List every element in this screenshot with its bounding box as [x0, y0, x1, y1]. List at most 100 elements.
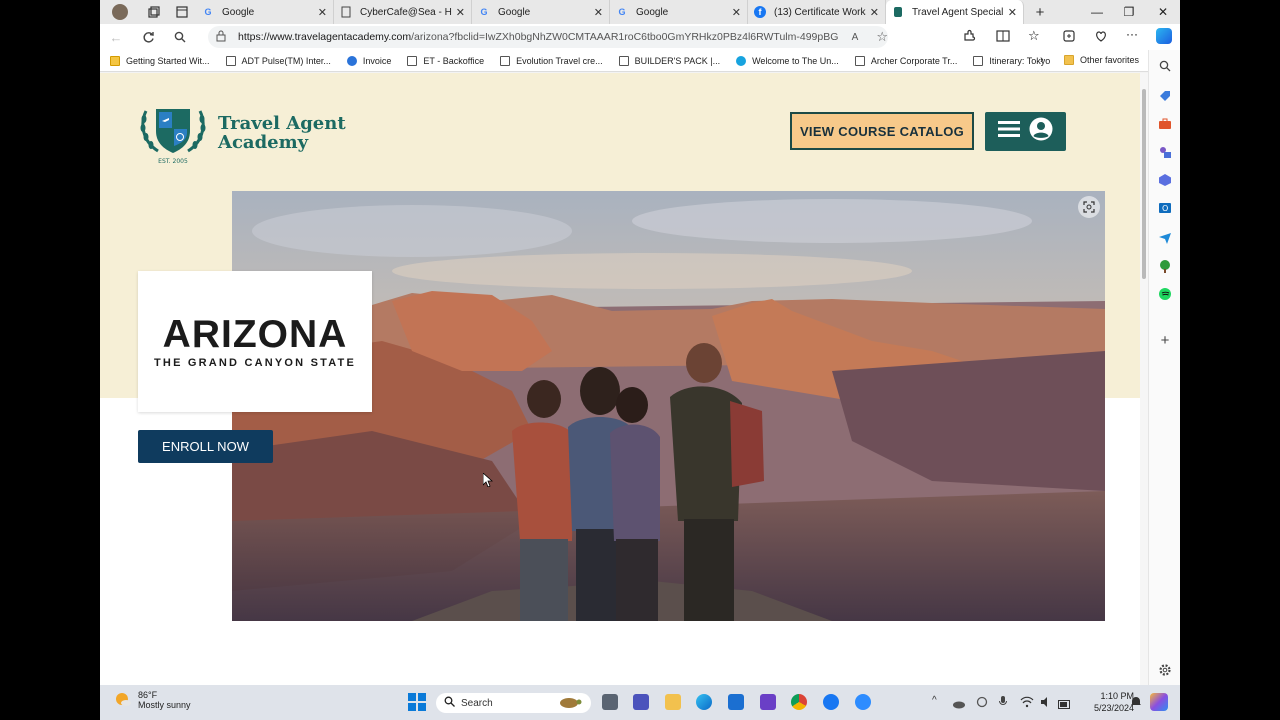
tree-icon[interactable]	[1157, 258, 1173, 274]
file-explorer-icon[interactable]	[665, 694, 681, 710]
microsoft-store-icon[interactable]	[728, 694, 744, 710]
spotify-icon[interactable]	[1157, 286, 1173, 302]
page-icon	[500, 55, 511, 66]
sync-icon[interactable]	[976, 695, 988, 713]
microsoft365-icon[interactable]	[1157, 172, 1173, 188]
close-icon[interactable]: ✕	[456, 6, 465, 19]
close-icon[interactable]: ✕	[732, 6, 741, 19]
task-view-icon[interactable]	[602, 694, 618, 710]
tab-google-3[interactable]: G Google ✕	[610, 0, 748, 24]
favorite-star-icon[interactable]: ☆	[876, 29, 888, 45]
volume-icon[interactable]	[1040, 695, 1053, 713]
search-icon[interactable]	[164, 24, 196, 50]
microphone-icon[interactable]	[998, 695, 1008, 713]
add-sidebar-app-icon[interactable]: +	[1157, 332, 1173, 349]
bookmark-item[interactable]: ADT Pulse(TM) Inter...	[225, 55, 331, 66]
tab-cybercafe[interactable]: CyberCafe@Sea - Home ✕	[334, 0, 472, 24]
tab-label: Google	[222, 6, 255, 18]
close-icon[interactable]: ✕	[1008, 6, 1017, 19]
wifi-icon[interactable]	[1020, 695, 1034, 713]
tab-google-2[interactable]: G Google ✕	[472, 0, 610, 24]
edge-sidebar: O +	[1148, 50, 1180, 685]
chevron-up-icon[interactable]: ^	[932, 695, 937, 706]
turtle-search-highlight-icon	[555, 695, 583, 712]
page-icon	[225, 55, 236, 66]
tab-google-1[interactable]: G Google ✕	[196, 0, 334, 24]
crest-icon: EST. 2005	[136, 101, 210, 165]
games-icon[interactable]	[1157, 144, 1173, 160]
refresh-icon[interactable]	[132, 24, 164, 50]
tab-travel-agent[interactable]: Travel Agent Specialist C ✕	[886, 0, 1024, 24]
system-clock[interactable]: 1:10 PM 5/23/2024	[1078, 690, 1134, 714]
close-icon[interactable]: ✕	[870, 6, 879, 19]
send-icon[interactable]	[1157, 230, 1173, 246]
menu-account-button[interactable]	[985, 112, 1066, 151]
notification-bell-icon[interactable]	[1130, 695, 1142, 713]
site-logo[interactable]: EST. 2005 Travel Agent Academy	[136, 101, 346, 165]
clock-time: 1:10 PM	[1100, 691, 1134, 701]
page-icon	[618, 55, 629, 66]
extensions-icon[interactable]	[962, 29, 976, 48]
onedrive-icon[interactable]	[952, 696, 966, 714]
split-screen-icon[interactable]	[996, 29, 1010, 48]
copilot-taskbar-icon[interactable]	[1150, 693, 1168, 711]
tab-actions-icon[interactable]	[168, 0, 196, 24]
favorites-icon[interactable]: ☆	[1028, 28, 1040, 44]
chevron-right-icon[interactable]: ›	[1040, 54, 1044, 66]
url-path: /arizona?fbclid=IwZXh0bgNhZW0CMTAAAR1roC…	[411, 31, 838, 43]
brand-name: Travel Agent Academy	[218, 114, 346, 152]
facebook-taskbar-icon[interactable]	[823, 694, 839, 710]
facebook-icon: f	[754, 6, 766, 18]
tools-briefcase-icon[interactable]	[1157, 116, 1173, 132]
collections-icon[interactable]	[1062, 29, 1076, 48]
visual-search-icon[interactable]	[1078, 196, 1100, 218]
weather-widget[interactable]: 86°F Mostly sunny	[114, 690, 191, 710]
other-favorites[interactable]: Other favorites	[1064, 55, 1139, 65]
arizona-subtitle: THE GRAND CANYON STATE	[154, 356, 356, 369]
workspaces-icon[interactable]	[140, 0, 168, 24]
minimize-icon[interactable]: —	[1080, 0, 1114, 24]
close-window-icon[interactable]: ✕	[1146, 0, 1180, 24]
restore-icon[interactable]: ❐	[1112, 0, 1146, 24]
crest-est-text: EST. 2005	[158, 158, 188, 165]
windows-start-icon[interactable]	[408, 693, 426, 711]
search-label: Search	[461, 697, 493, 709]
close-icon[interactable]: ✕	[318, 6, 327, 19]
outlook-icon[interactable]: O	[1157, 200, 1173, 216]
back-icon[interactable]: ←	[100, 24, 132, 50]
read-aloud-icon[interactable]: A	[852, 32, 859, 43]
clipchamp-icon[interactable]	[760, 694, 776, 710]
sidebar-settings-icon[interactable]	[1157, 662, 1173, 678]
arizona-title: ARIZONA	[162, 312, 348, 356]
battery-icon[interactable]	[1058, 696, 1072, 714]
bookmark-item[interactable]: ET - Backoffice	[407, 55, 484, 66]
close-icon[interactable]: ✕	[594, 6, 603, 19]
browser-essentials-icon[interactable]	[1094, 29, 1108, 48]
bookmark-item[interactable]: Invoice	[346, 55, 391, 66]
profile-avatar[interactable]	[100, 0, 140, 24]
url-field[interactable]: https://www.travelagentacademy.com /ariz…	[208, 26, 888, 48]
scrollbar-thumb[interactable]	[1142, 89, 1146, 279]
tab-label: CyberCafe@Sea - Home	[360, 6, 452, 18]
weather-condition: Mostly sunny	[138, 700, 191, 710]
enroll-now-button[interactable]: ENROLL NOW	[138, 430, 273, 463]
edge-taskbar-icon[interactable]	[696, 694, 712, 710]
bookmark-item[interactable]: Getting Started Wit...	[110, 55, 210, 66]
bookmark-item[interactable]: Welcome to The Un...	[736, 55, 839, 66]
sidebar-search-icon[interactable]	[1157, 58, 1173, 74]
view-course-catalog-button[interactable]: VIEW COURSE CATALOG	[790, 112, 974, 150]
tab-facebook[interactable]: f (13) Certificate Workshop ✕	[748, 0, 886, 24]
bookmark-item[interactable]: Archer Corporate Tr...	[854, 55, 957, 66]
more-options-icon[interactable]: ···	[1126, 27, 1138, 41]
page-scrollbar[interactable]	[1140, 73, 1148, 685]
new-tab-button[interactable]: +	[1024, 0, 1056, 24]
copilot-icon[interactable]	[1156, 28, 1172, 44]
bookmark-item[interactable]: BUILDER'S PACK |...	[618, 55, 720, 66]
shopping-tag-icon[interactable]	[1157, 88, 1173, 104]
chrome-icon[interactable]	[791, 694, 807, 710]
taskbar-search[interactable]: Search	[436, 693, 591, 713]
bookmark-item[interactable]: Evolution Travel cre...	[500, 55, 603, 66]
teams-icon[interactable]	[633, 694, 649, 710]
zoom-icon[interactable]	[855, 694, 871, 710]
bookmark-item[interactable]: Itinerary: Tokyo	[973, 55, 1050, 66]
